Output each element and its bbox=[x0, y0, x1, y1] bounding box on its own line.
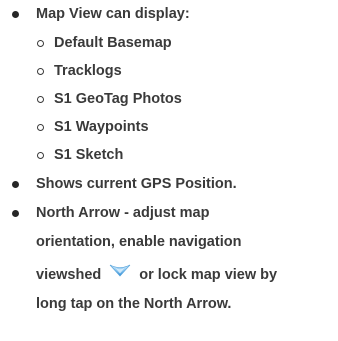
sub-list-item-label: Tracklogs bbox=[54, 63, 122, 79]
hollow-bullet bbox=[37, 40, 44, 47]
sub-list-item-label: S1 Waypoints bbox=[54, 119, 149, 135]
bullet-dot bbox=[12, 181, 19, 188]
list-item-label: Shows current GPS Position. bbox=[36, 176, 237, 192]
bullet-dot bbox=[12, 11, 19, 18]
bullet-dot bbox=[12, 210, 19, 217]
sub-list-item-label: Default Basemap bbox=[54, 35, 172, 51]
list-item-label-line-3: viewshed or lock map view by bbox=[36, 261, 277, 289]
list-item-label-line-1: North Arrow - adjust map bbox=[36, 205, 210, 221]
lock-map-view-text: or lock map view by bbox=[139, 267, 278, 283]
viewshed-text: viewshed bbox=[36, 267, 102, 283]
list-item-label-line-2: orientation, enable navigation bbox=[36, 234, 242, 250]
list-item-label: Map View can display: bbox=[36, 6, 190, 22]
viewshed-icon bbox=[110, 264, 131, 277]
list-item-label-line-4: long tap on the North Arrow. bbox=[36, 296, 232, 312]
hollow-bullet bbox=[37, 96, 44, 103]
hollow-bullet bbox=[37, 68, 44, 75]
hollow-bullet bbox=[37, 124, 44, 131]
hollow-bullet bbox=[37, 152, 44, 159]
sub-list-item-label: S1 GeoTag Photos bbox=[54, 91, 182, 107]
sub-list-item-label: S1 Sketch bbox=[54, 147, 124, 163]
